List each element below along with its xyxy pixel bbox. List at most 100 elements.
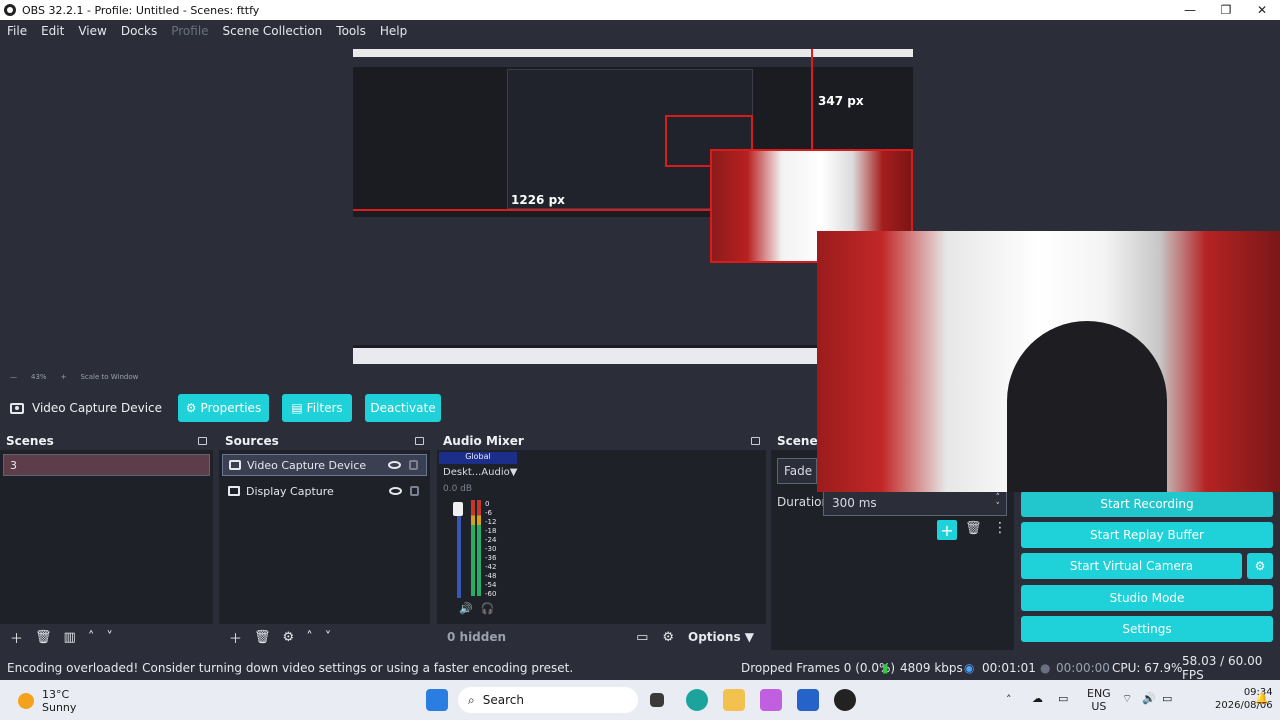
undock-icon[interactable] <box>415 437 424 445</box>
status-bar: Encoding overloaded! Consider turning do… <box>0 654 1280 682</box>
copilot-icon[interactable] <box>760 689 782 711</box>
filter-icon: ▤ <box>291 401 303 415</box>
tray-icon[interactable]: ☁ <box>1032 692 1043 705</box>
menu-edit[interactable]: Edit <box>34 24 71 38</box>
source-item[interactable]: Video Capture Device <box>222 454 427 476</box>
start-virtual-camera-button[interactable]: Start Virtual Camera <box>1021 553 1242 579</box>
undock-icon[interactable] <box>751 437 760 445</box>
start-recording-button[interactable]: Start Recording <box>1021 491 1273 517</box>
arrow-down-icon[interactable]: ˅ <box>325 630 332 645</box>
chevron-down-icon[interactable]: ▼ <box>510 467 518 478</box>
menu-file[interactable]: File <box>0 24 34 38</box>
volume-icon[interactable]: 🔊 <box>1142 692 1156 705</box>
scale-tick: -42 <box>485 563 497 571</box>
menu-tools[interactable]: Tools <box>329 24 373 38</box>
taskbar-search[interactable]: ⌕ Search <box>458 687 638 713</box>
minimize-button[interactable]: — <box>1172 3 1208 17</box>
scale-mode[interactable]: Scale to Window <box>80 373 138 381</box>
measure-top-label: 347 px <box>818 94 864 108</box>
audio-mixer-dock-title: Audio Mixer <box>437 432 766 450</box>
wifi-icon[interactable]: ⌔ <box>1122 692 1132 706</box>
undock-icon[interactable] <box>198 437 207 445</box>
more-options-icon[interactable]: ⋮ <box>993 520 1007 536</box>
menu-help[interactable]: Help <box>373 24 414 38</box>
menu-profile[interactable]: Profile <box>164 24 215 38</box>
level-meter-right <box>477 500 481 596</box>
nested-menu-bar <box>353 57 913 67</box>
weather-text: Sunny <box>42 701 77 714</box>
add-icon[interactable]: ＋ <box>10 628 23 647</box>
windows-start-icon[interactable] <box>426 689 448 711</box>
duration-label: Duration <box>777 495 830 509</box>
weather-widget[interactable]: 13°C Sunny <box>18 688 76 714</box>
layout-icon[interactable]: ▭ <box>636 630 648 645</box>
headphones-icon[interactable]: 🎧 <box>481 602 495 615</box>
menu-docks[interactable]: Docks <box>114 24 164 38</box>
arrow-up-icon[interactable]: ˄ <box>88 630 95 645</box>
task-view-icon[interactable] <box>650 693 664 707</box>
person-silhouette <box>1007 321 1167 492</box>
scene-item[interactable]: 3 <box>3 454 210 476</box>
edge-icon[interactable] <box>686 689 708 711</box>
arrow-up-icon[interactable]: ˄ <box>306 630 313 645</box>
obs-icon[interactable] <box>834 689 856 711</box>
search-label: Search <box>482 693 524 707</box>
options-button[interactable]: Options ▼ <box>688 630 754 644</box>
virtual-camera-settings-button[interactable]: ⚙ <box>1247 553 1273 579</box>
deactivate-button[interactable]: Deactivate <box>365 394 441 422</box>
duration-field[interactable]: 300 ms ˄ ˅ <box>823 490 1007 516</box>
chevron-up-icon[interactable]: ˄ <box>1006 693 1012 706</box>
source-item[interactable]: Display Capture <box>222 480 427 502</box>
mixer-channel: Global Deskt...Audio ▼ 0.0 dB <box>439 452 517 494</box>
add-icon[interactable]: ＋ <box>229 628 242 647</box>
eye-icon[interactable] <box>389 487 402 495</box>
sources-dock-title: Sources <box>219 432 430 450</box>
level-meter-left <box>471 500 475 596</box>
menu-view[interactable]: View <box>71 24 113 38</box>
speaker-icon[interactable]: 🔊 <box>459 602 473 615</box>
maximize-button[interactable]: ❐ <box>1208 3 1244 17</box>
volume-slider-handle[interactable] <box>453 502 463 516</box>
scenes-title: Scenes <box>6 434 54 448</box>
file-explorer-icon[interactable] <box>723 689 745 711</box>
selected-source-name: Video Capture Device <box>32 401 163 415</box>
arrow-down-icon[interactable]: ˅ <box>106 630 113 645</box>
trash-icon[interactable]: 🗑 <box>35 630 52 645</box>
zoom-out-icon[interactable]: — <box>10 373 17 381</box>
scale-tick: -24 <box>485 536 497 544</box>
cpu-usage: CPU: 67.9% <box>1112 661 1183 675</box>
language-indicator[interactable]: ENG US <box>1087 687 1111 713</box>
battery-icon[interactable]: ▭ <box>1162 692 1172 705</box>
filter-icon[interactable]: ▥ <box>64 630 76 645</box>
notification-icon[interactable]: 🔔 <box>1255 692 1269 705</box>
lock-icon[interactable] <box>409 460 418 470</box>
lock-icon[interactable] <box>410 486 419 496</box>
bitrate: 4809 kbps <box>900 661 963 675</box>
menu-scene-collection[interactable]: Scene Collection <box>216 24 330 38</box>
close-button[interactable]: ✕ <box>1244 3 1280 17</box>
scale-tick: -18 <box>485 527 497 535</box>
tray-icon-2[interactable]: ▭ <box>1058 692 1068 705</box>
menu-bar: File Edit View Docks Profile Scene Colle… <box>0 20 1280 42</box>
settings-button[interactable]: Settings <box>1021 616 1273 642</box>
volume-slider-track[interactable] <box>457 502 461 598</box>
properties-button[interactable]: ⚙ Properties <box>178 394 269 422</box>
gear-icon[interactable]: ⚙ <box>283 630 295 645</box>
filters-button[interactable]: ▤ Filters <box>282 394 352 422</box>
zoom-in-icon[interactable]: + <box>61 373 67 381</box>
trash-icon[interactable]: 🗑 <box>965 521 982 536</box>
record-icon: ● <box>1040 661 1051 675</box>
eye-icon[interactable] <box>388 461 401 469</box>
start-replay-buffer-button[interactable]: Start Replay Buffer <box>1021 522 1273 548</box>
scale-tick: -6 <box>485 509 492 517</box>
mixer-device[interactable]: Deskt...Audio ▼ <box>439 467 517 478</box>
zoom-value: 43% <box>31 373 47 381</box>
add-transition-button[interactable]: + <box>937 520 957 540</box>
trash-icon[interactable]: 🗑 <box>254 630 271 645</box>
transition-select[interactable]: Fade <box>777 458 817 484</box>
studio-mode-button[interactable]: Studio Mode <box>1021 585 1273 611</box>
duration-stepper-icon[interactable]: ˄ ˅ <box>996 494 1001 512</box>
gear-icon[interactable]: ⚙ <box>662 630 674 645</box>
app-icon[interactable] <box>797 689 819 711</box>
mixer-device-name: Deskt...Audio <box>443 467 510 478</box>
